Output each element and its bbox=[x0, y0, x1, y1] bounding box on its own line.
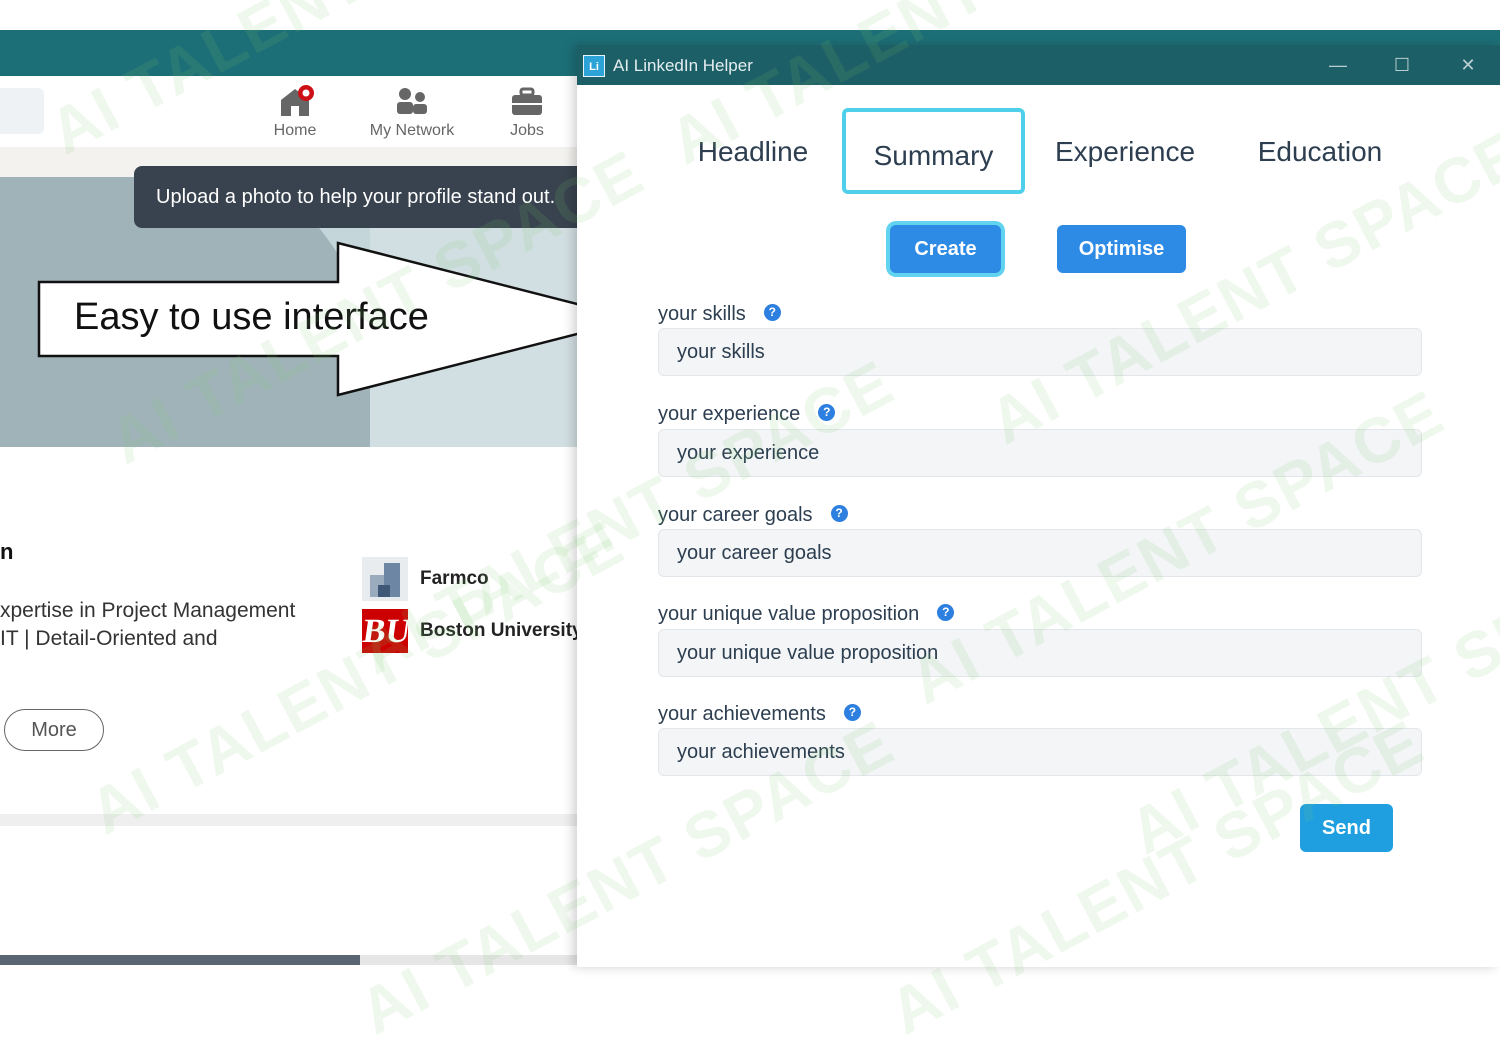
help-icon[interactable]: ? bbox=[843, 704, 861, 722]
nav-home-label: Home bbox=[273, 122, 317, 139]
education-school: Boston University bbox=[420, 620, 583, 641]
scrollbar-thumb[interactable] bbox=[0, 955, 360, 965]
upload-photo-tooltip: Upload a photo to help your profile stan… bbox=[134, 166, 594, 228]
profile-card: n xpertise in Project Management IT | De… bbox=[0, 447, 583, 817]
home-icon bbox=[281, 85, 314, 116]
profile-headline-line-2: IT | Detail-Oriented and bbox=[0, 627, 218, 650]
experience-company: Farmco bbox=[420, 568, 489, 589]
education-item[interactable]: BU Boston University bbox=[360, 609, 583, 653]
help-icon[interactable]: ? bbox=[763, 304, 781, 322]
briefcase-icon bbox=[512, 87, 542, 115]
annotation-callout: Easy to use interface bbox=[36, 240, 646, 400]
experience-item[interactable]: Farmco bbox=[362, 557, 489, 601]
farmco-logo bbox=[362, 557, 408, 601]
close-icon[interactable]: ✕ bbox=[1454, 53, 1482, 77]
achievements-label: your achievements? bbox=[658, 703, 861, 726]
value-proposition-input[interactable] bbox=[658, 629, 1422, 677]
section-divider bbox=[0, 814, 578, 826]
minimize-icon[interactable]: — bbox=[1324, 53, 1352, 77]
app-logo-icon: Li bbox=[583, 55, 605, 77]
career-goals-input[interactable] bbox=[658, 529, 1422, 577]
callout-text: Easy to use interface bbox=[74, 296, 429, 338]
ai-linkedin-helper-window: Li AI LinkedIn Helper — ☐ ✕ Headline Sum… bbox=[577, 45, 1500, 967]
tab-headline[interactable]: Headline bbox=[683, 108, 823, 194]
help-icon[interactable]: ? bbox=[830, 505, 848, 523]
tab-experience[interactable]: Experience bbox=[1044, 108, 1206, 194]
achievements-input[interactable] bbox=[658, 728, 1422, 776]
skills-input[interactable] bbox=[658, 328, 1422, 376]
horizontal-scrollbar[interactable] bbox=[0, 955, 578, 965]
people-icon bbox=[397, 88, 427, 114]
career-goals-label: your career goals? bbox=[658, 504, 848, 527]
experience-input[interactable] bbox=[658, 429, 1422, 477]
nav-my-network[interactable]: My Network bbox=[356, 84, 468, 140]
maximize-icon[interactable]: ☐ bbox=[1388, 53, 1416, 77]
nav-home[interactable]: Home bbox=[240, 84, 350, 140]
nav-jobs[interactable]: Jobs bbox=[472, 84, 582, 140]
more-button[interactable]: More bbox=[4, 709, 104, 751]
nav-jobs-label: Jobs bbox=[510, 122, 544, 139]
optimise-button[interactable]: Optimise bbox=[1057, 225, 1186, 273]
experience-label: your experience? bbox=[658, 403, 836, 426]
tab-education[interactable]: Education bbox=[1243, 108, 1397, 194]
tab-summary[interactable]: Summary bbox=[842, 108, 1025, 194]
nav-my-network-label: My Network bbox=[369, 122, 455, 139]
help-icon[interactable]: ? bbox=[818, 404, 836, 422]
help-icon[interactable]: ? bbox=[937, 604, 955, 622]
window-title: AI LinkedIn Helper bbox=[613, 56, 753, 75]
boston-university-logo: BU bbox=[360, 609, 413, 653]
search-box[interactable] bbox=[0, 88, 44, 134]
create-button[interactable]: Create bbox=[890, 225, 1001, 273]
window-titlebar[interactable]: Li AI LinkedIn Helper — ☐ ✕ bbox=[577, 45, 1500, 85]
profile-headline-line-1: xpertise in Project Management bbox=[0, 599, 296, 622]
send-button[interactable]: Send bbox=[1300, 804, 1393, 852]
value-proposition-label: your unique value proposition? bbox=[658, 603, 955, 626]
skills-label: your skills? bbox=[658, 303, 781, 326]
profile-name: n bbox=[0, 539, 14, 564]
